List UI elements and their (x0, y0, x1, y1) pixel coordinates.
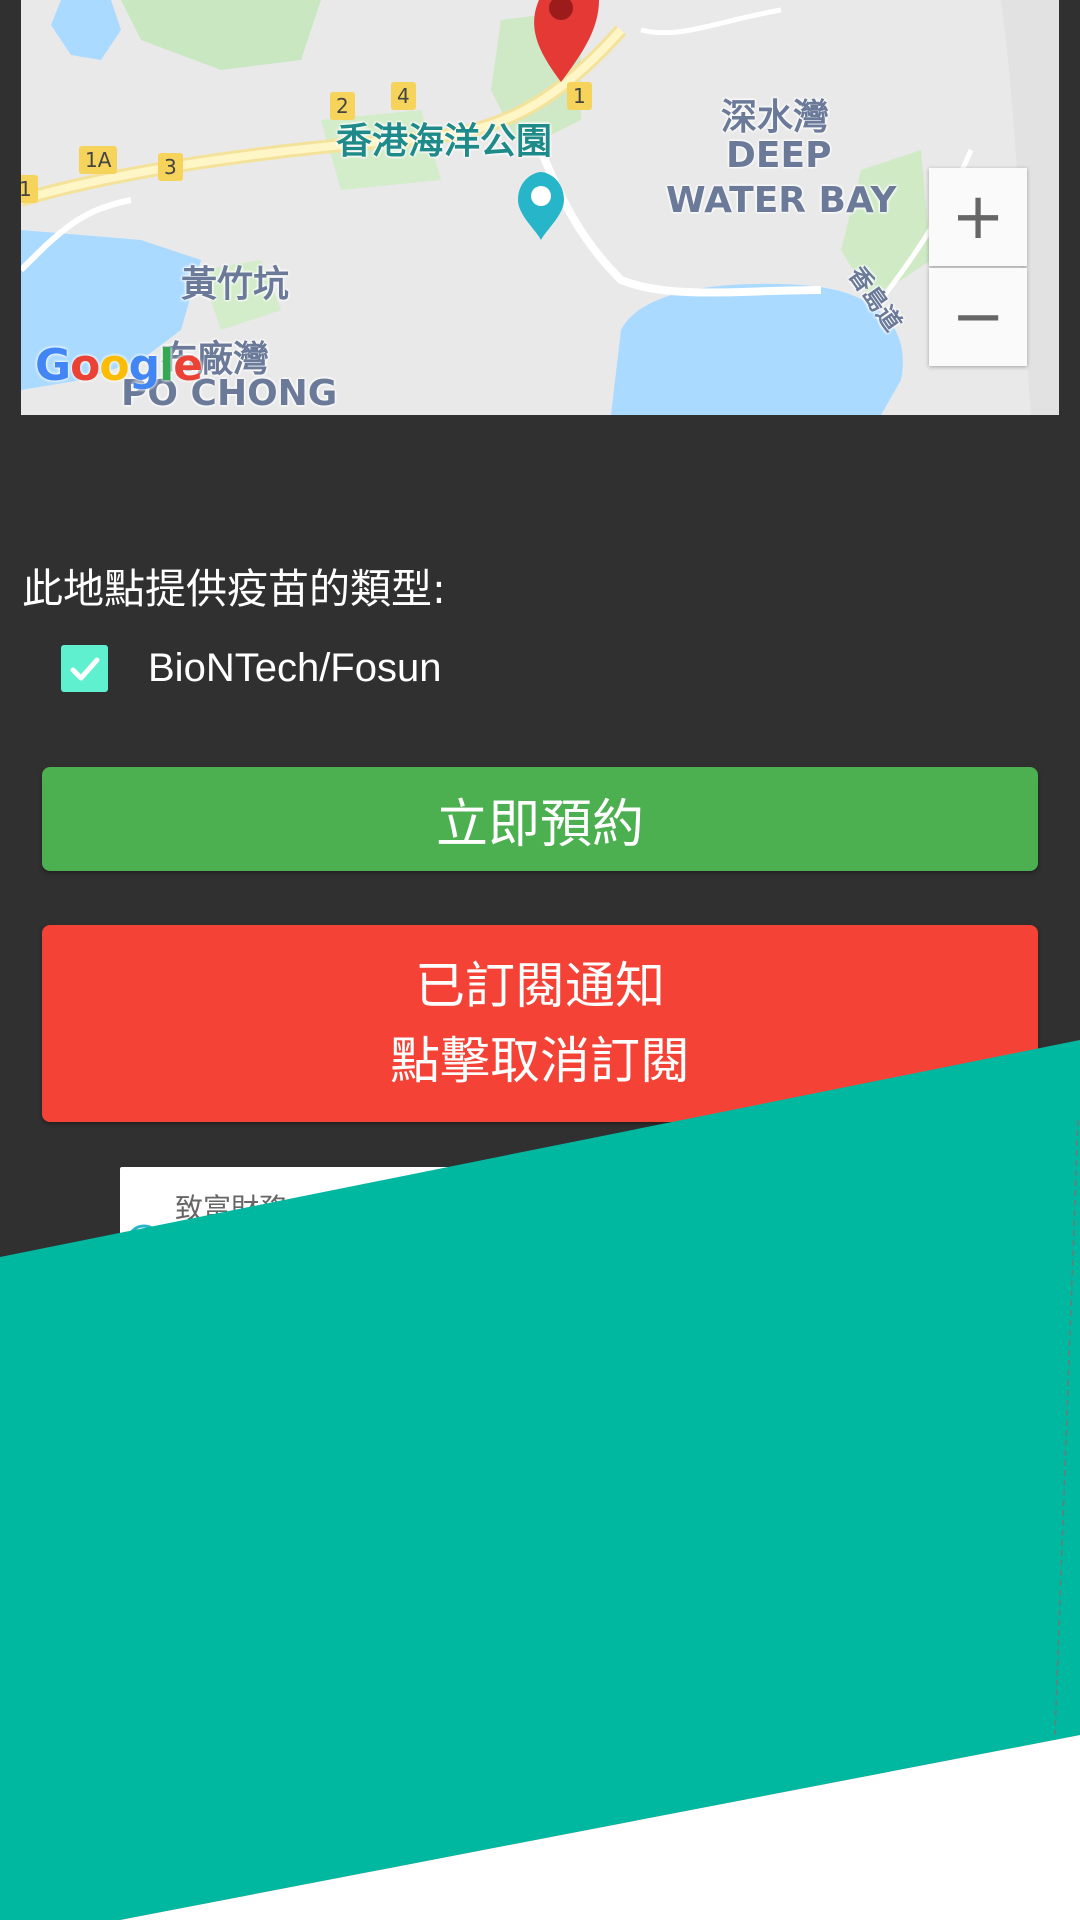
screen: 香港海洋公園 深水灣 DEEP WATER BAY 黃竹坑 布廠灣 PO CHO… (0, 0, 1080, 1920)
teal-overlay (0, 1040, 1080, 1920)
